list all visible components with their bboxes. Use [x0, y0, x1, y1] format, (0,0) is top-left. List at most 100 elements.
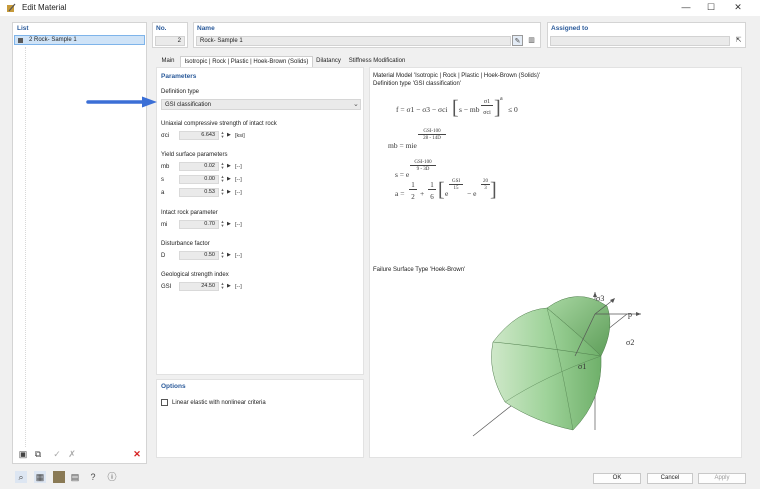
ucs-label: Uniaxial compressive strength of intact … — [161, 121, 277, 127]
s-unit: [--] — [235, 177, 242, 183]
parameters-panel: Parameters Definition type GSI classific… — [156, 67, 364, 375]
mi-input[interactable]: 0.70 — [179, 220, 219, 229]
axis-sigma1-label: σ1 — [578, 362, 587, 371]
library-icon[interactable]: ▥ — [526, 35, 537, 46]
uncheck-icon[interactable]: ✗ — [66, 448, 78, 460]
ucs-input[interactable]: 6.643 — [179, 131, 219, 140]
assigned-header: Assigned to — [551, 25, 589, 32]
formula-mb: mb = mie GSI-100 28 - 14D — [388, 129, 478, 153]
name-field[interactable]: Rock- Sample 1 — [196, 36, 511, 46]
formula-a-lhs: a = — [395, 189, 405, 198]
delete-icon[interactable]: ✕ — [131, 448, 143, 460]
ok-button[interactable]: OK — [593, 473, 641, 484]
formula-f-den: σci — [483, 110, 491, 116]
gsi-menu-icon[interactable]: ▶ — [227, 283, 231, 289]
mb-input[interactable]: 0.02 — [179, 162, 219, 171]
new-item-icon[interactable]: ▣ — [17, 448, 29, 460]
mb-stepper-icon[interactable]: ▲ ▼ — [220, 162, 225, 170]
search-icon[interactable]: ⌕ — [15, 471, 27, 483]
formula-a-plus: + — [420, 189, 425, 198]
failure-surface-illustration — [472, 292, 641, 437]
close-button[interactable]: ✕ — [727, 1, 749, 14]
help-icon[interactable]: ? — [87, 471, 99, 483]
tab-isotropic-rock[interactable]: Isotropic | Rock | Plastic | Hoek-Brown … — [180, 56, 313, 67]
select-objects-icon[interactable]: ⇱ — [733, 35, 744, 46]
bracket-open: [ — [452, 97, 459, 119]
s-menu-icon[interactable]: ▶ — [227, 176, 231, 182]
edit-name-icon[interactable]: ✎ — [512, 35, 523, 46]
no-header: No. — [156, 25, 167, 32]
formula-f-num: σ1 — [481, 99, 493, 106]
a-input[interactable]: 0.53 — [179, 188, 219, 197]
parameters-header: Parameters — [161, 73, 197, 80]
linear-elastic-checkbox[interactable] — [161, 399, 168, 406]
material-model-text: Material Model 'Isotropic | Rock | Plast… — [373, 73, 541, 79]
a-menu-icon[interactable]: ▶ — [227, 189, 231, 195]
formula-a-e1: e — [445, 189, 449, 198]
copy-item-icon[interactable]: ⧉ — [32, 448, 44, 460]
d-stepper-icon[interactable]: ▲ ▼ — [220, 251, 225, 259]
d-input[interactable]: 0.50 — [179, 251, 219, 260]
axis-sigma2-label: σ2 — [626, 338, 635, 347]
ucs-menu-icon[interactable]: ▶ — [227, 132, 231, 138]
units-icon[interactable]: ▦ — [34, 471, 46, 483]
no-field[interactable]: 2 — [155, 36, 185, 46]
formula-s-num: GSI-100 — [410, 160, 436, 166]
window-title: Edit Material — [22, 3, 67, 12]
callout-arrow-icon — [86, 96, 157, 108]
formula-mb-den: 28 - 14D — [423, 136, 441, 141]
minimize-button[interactable]: — — [675, 1, 697, 14]
info-panel: Material Model 'Isotropic | Rock | Plast… — [369, 67, 742, 458]
tab-dilatancy[interactable]: Dilatancy — [313, 56, 344, 67]
check-icon[interactable]: ✓ — [51, 448, 63, 460]
no-panel: No. 2 — [152, 22, 188, 48]
maximize-button[interactable]: ☐ — [700, 1, 722, 14]
d-unit: [--] — [235, 253, 242, 259]
formula-s-den: 9 - 3D — [416, 167, 430, 172]
gsi-stepper-icon[interactable]: ▲ ▼ — [220, 282, 225, 290]
mi-symbol: mi — [161, 222, 168, 228]
options-panel: Options Linear elastic with nonlinear cr… — [156, 379, 364, 458]
s-symbol: s — [161, 177, 164, 183]
a-stepper-icon[interactable]: ▲ ▼ — [220, 188, 225, 196]
table-icon[interactable]: ▤ — [69, 471, 81, 483]
material-icon[interactable] — [53, 471, 65, 483]
tab-main[interactable]: Main — [156, 56, 180, 67]
material-color-icon — [18, 38, 23, 43]
assigned-panel: Assigned to ⇱ — [547, 22, 746, 48]
cancel-button[interactable]: Cancel — [647, 473, 693, 484]
formula-a-half-den: 2 — [411, 193, 415, 201]
axis-sigma3-label: σ3 — [596, 294, 605, 303]
gsi-input[interactable]: 24.50 — [179, 282, 219, 291]
name-panel: Name Rock- Sample 1 ✎ ▥ — [193, 22, 541, 48]
gsi-label: Geological strength index — [161, 272, 229, 278]
title-bar: Edit Material — ☐ ✕ — [0, 0, 760, 16]
formula-a-e2-den: 3 — [484, 186, 487, 191]
formula-f-inner: s − mb — [459, 105, 480, 114]
disturbance-label: Disturbance factor — [161, 241, 210, 247]
s-stepper-icon[interactable]: ▲ ▼ — [220, 175, 225, 183]
d-menu-icon[interactable]: ▶ — [227, 252, 231, 258]
apply-button[interactable]: Apply — [698, 473, 746, 484]
tab-stiffness-modification[interactable]: Stiffness Modification — [344, 56, 410, 67]
mi-stepper-icon[interactable]: ▲ ▼ — [220, 220, 225, 228]
assigned-field[interactable] — [550, 36, 730, 46]
bracket-a-open: [ — [438, 179, 445, 201]
info-icon[interactable]: ⓘ — [106, 471, 118, 483]
formula-f-rhs: ≤ 0 — [508, 105, 518, 114]
definition-type-select[interactable]: GSI classification ⌄ — [161, 99, 361, 110]
mb-menu-icon[interactable]: ▶ — [227, 163, 231, 169]
bracket-a-close: ] — [490, 179, 497, 201]
s-input[interactable]: 0.00 — [179, 175, 219, 184]
app-icon — [6, 3, 16, 13]
mi-menu-icon[interactable]: ▶ — [227, 221, 231, 227]
d-symbol: D — [161, 253, 166, 259]
options-header: Options — [161, 383, 186, 390]
list-item[interactable]: 2 Rock- Sample 1 — [14, 35, 145, 45]
formula-f-lhs: f = σ1 − σ3 − σci — [396, 105, 448, 114]
formula-a-half-num: 1 — [409, 181, 417, 190]
chevron-down-icon: ⌄ — [353, 101, 359, 108]
list-header: List — [17, 25, 29, 32]
ucs-stepper-icon[interactable]: ▲ ▼ — [220, 131, 225, 139]
definition-type-value: GSI classification — [165, 102, 212, 108]
